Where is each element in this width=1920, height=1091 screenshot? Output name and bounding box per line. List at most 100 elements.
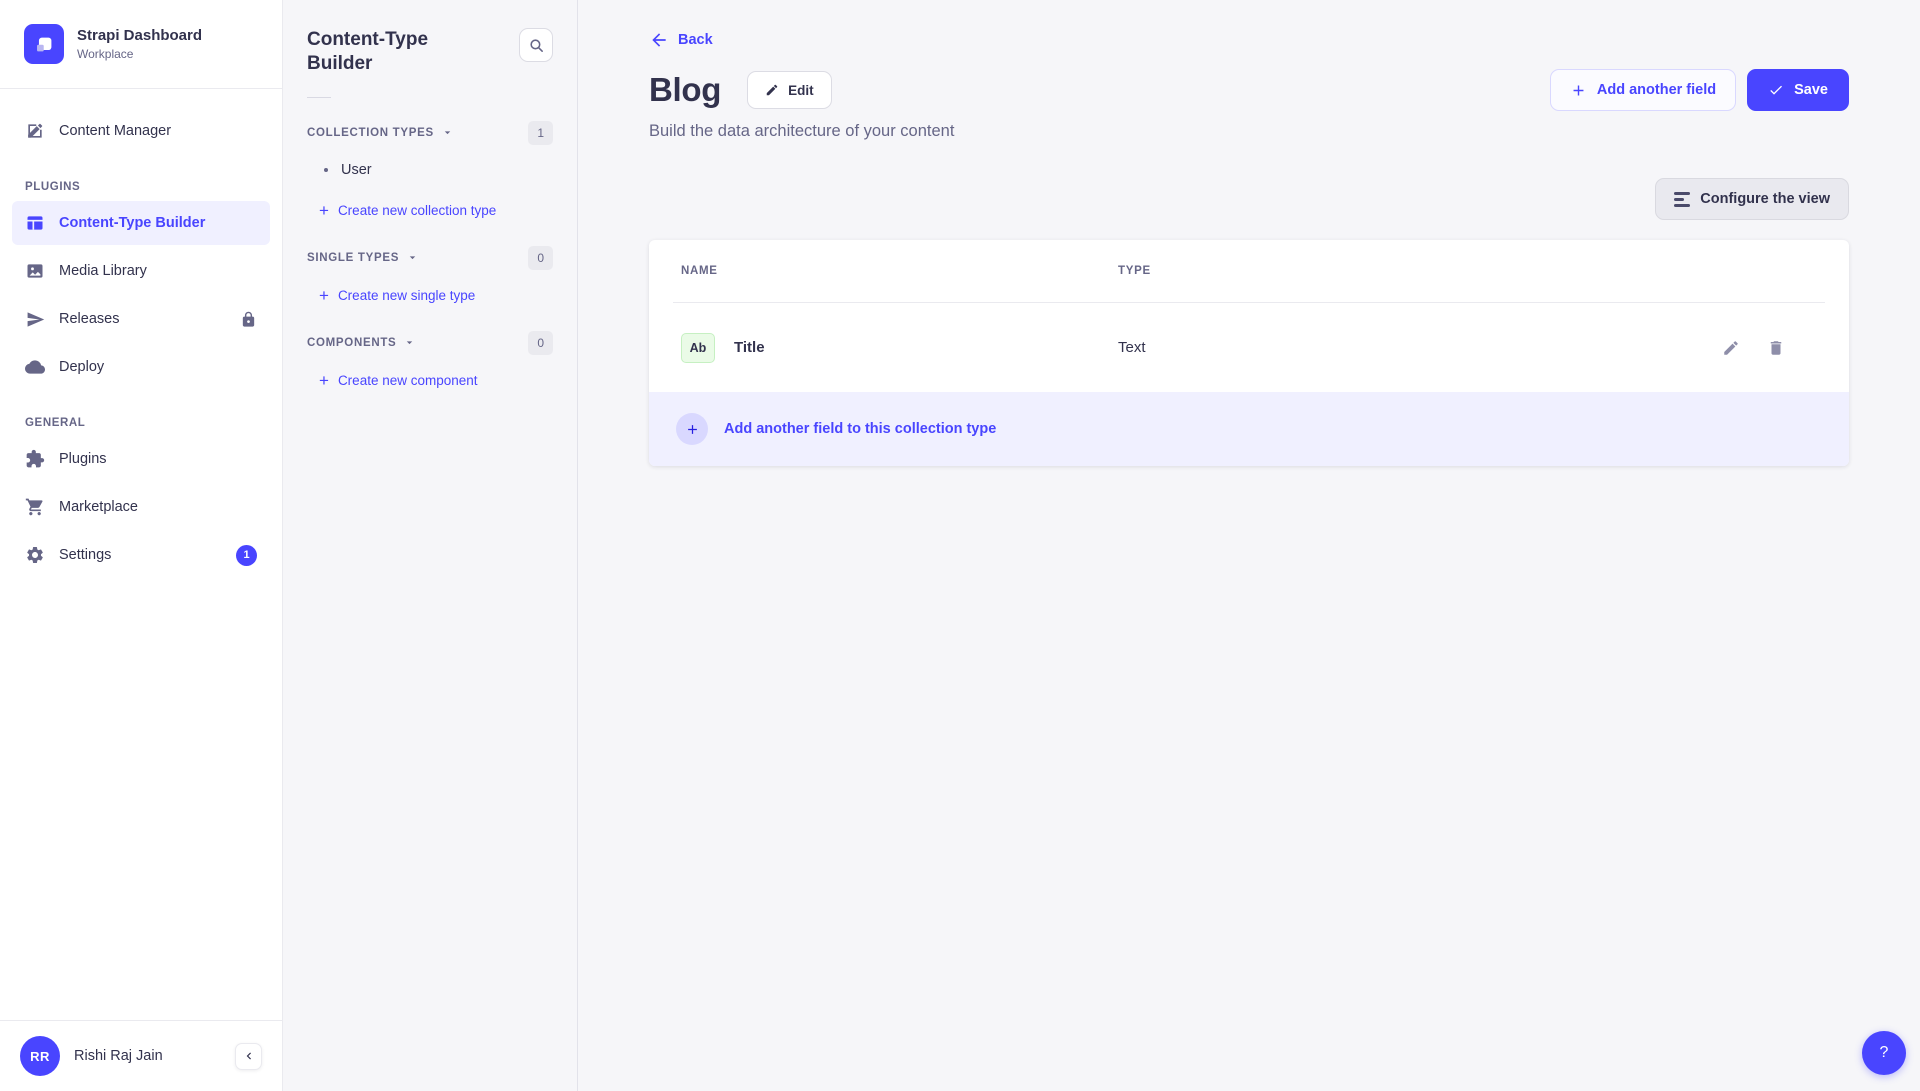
add-field-label: Add another field [1597,82,1716,98]
header-actions: Add another field Save [1550,69,1849,111]
group-single-types[interactable]: SINGLE TYPES 0 [307,241,553,275]
table-header: NAME TYPE [649,240,1849,302]
back-link[interactable]: Back [649,30,713,50]
plus-circle-icon [676,413,708,445]
back-label: Back [678,32,713,48]
cloud-icon [25,357,45,377]
create-link-label: Create new component [338,373,478,388]
help-button[interactable]: ? [1862,1031,1906,1075]
avatar[interactable]: RR [20,1036,60,1076]
paper-plane-icon [25,309,45,329]
sidebar-nav: Content Manager PLUGINS Content-Type Bui… [0,89,282,581]
group-collection-types[interactable]: COLLECTION TYPES 1 [307,116,553,150]
create-link-label: Create new single type [338,288,475,303]
column-header-name: NAME [681,265,1118,277]
sidebar-item-label: Settings [59,547,111,563]
pencil-icon [765,83,779,97]
check-icon [1768,82,1784,98]
plus-icon: + [319,202,329,219]
sidebar-item-label: Marketplace [59,499,138,515]
sidebar-item-label: Deploy [59,359,104,375]
gear-icon [25,545,45,565]
sidebar-section-plugins: PLUGINS [12,181,270,193]
content-type-builder-subnav: Content-Type Builder COLLECTION TYPES 1 … [283,0,578,1091]
create-link-label: Create new collection type [338,203,496,218]
edit-label: Edit [788,83,814,98]
sidebar-item-content-type-builder[interactable]: Content-Type Builder [12,201,270,245]
sidebar-section-general: GENERAL [12,417,270,429]
delete-field-icon[interactable] [1767,339,1785,357]
page-header: Blog Edit Add another field [649,69,1849,111]
brand-text: Strapi Dashboard Workplace [77,27,202,61]
arrow-left-icon [649,30,669,50]
app-root: Strapi Dashboard Workplace Content Manag… [0,0,1920,1091]
app-title: Strapi Dashboard [77,27,202,44]
page-title: Blog [649,71,721,109]
chevron-down-icon [403,336,416,349]
sidebar-item-settings[interactable]: Settings 1 [12,533,270,577]
toolbar-row: Configure the view [649,178,1849,220]
chevron-down-icon [441,126,454,139]
subnav-header: Content-Type Builder [307,28,553,77]
chevron-left-icon [242,1049,256,1063]
page-subtitle: Build the data architecture of your cont… [649,122,1849,141]
save-button[interactable]: Save [1747,69,1849,111]
group-label: COLLECTION TYPES [307,127,434,139]
plus-icon: + [319,372,329,389]
sidebar-item-label: Content Manager [59,123,171,139]
sidebar-item-label: Media Library [59,263,147,279]
add-field-row-label: Add another field to this collection typ… [724,421,996,437]
create-new-single-type-link[interactable]: + Create new single type [307,275,553,316]
sidebar-item-plugins[interactable]: Plugins [12,437,270,481]
group-components[interactable]: COMPONENTS 0 [307,326,553,360]
field-name: Title [734,339,765,356]
user-area: RR Rishi Raj Jain [0,1020,282,1091]
chevron-down-icon [406,251,419,264]
sidebar-item-label: Releases [59,311,119,327]
sidebar-item-marketplace[interactable]: Marketplace [12,485,270,529]
configure-view-label: Configure the view [1700,191,1830,207]
strapi-logo-icon [24,24,64,64]
settings-notification-badge: 1 [236,545,257,566]
question-mark-icon: ? [1880,1044,1889,1062]
layout-icon [25,213,45,233]
divider [307,97,331,98]
row-actions [1722,339,1785,357]
sidebar-item-label: Content-Type Builder [59,215,205,231]
layout-lines-icon [1674,192,1690,207]
search-button[interactable] [519,28,553,62]
sidebar-item-label: Plugins [59,451,107,467]
sidebar-item-deploy[interactable]: Deploy [12,345,270,389]
field-type-cell: Text [1118,339,1722,356]
add-another-field-button[interactable]: Add another field [1550,69,1736,111]
edit-button[interactable]: Edit [747,71,832,109]
group-count-badge: 1 [528,121,553,145]
releases-lock [240,311,257,328]
sidebar-item-content-manager[interactable]: Content Manager [12,109,270,153]
group-count-badge: 0 [528,246,553,270]
group-label: SINGLE TYPES [307,252,399,264]
sidebar-item-releases[interactable]: Releases [12,297,270,341]
puzzle-icon [25,449,45,469]
fields-table-card: NAME TYPE Ab Title Text [649,240,1849,466]
field-name-cell: Ab Title [681,333,1118,363]
text-field-type-chip: Ab [681,333,715,363]
cart-icon [25,497,45,517]
create-new-component-link[interactable]: + Create new component [307,360,553,401]
sidebar-item-media-library[interactable]: Media Library [12,249,270,293]
pen-square-icon [25,121,45,141]
table-row: Ab Title Text [649,303,1849,392]
search-icon [528,37,545,54]
collection-type-item-user[interactable]: User [307,150,553,190]
save-label: Save [1794,82,1828,98]
create-new-collection-type-link[interactable]: + Create new collection type [307,190,553,231]
configure-the-view-button[interactable]: Configure the view [1655,178,1849,220]
sidebar: Strapi Dashboard Workplace Content Manag… [0,0,283,1091]
edit-field-icon[interactable] [1722,339,1740,357]
bullet-icon [324,168,328,172]
add-field-row[interactable]: Add another field to this collection typ… [649,392,1849,466]
workspace-name: Workplace [77,47,202,61]
collapse-sidebar-button[interactable] [235,1043,262,1070]
subnav-title: Content-Type Builder [307,28,477,77]
plus-icon [1570,82,1587,99]
